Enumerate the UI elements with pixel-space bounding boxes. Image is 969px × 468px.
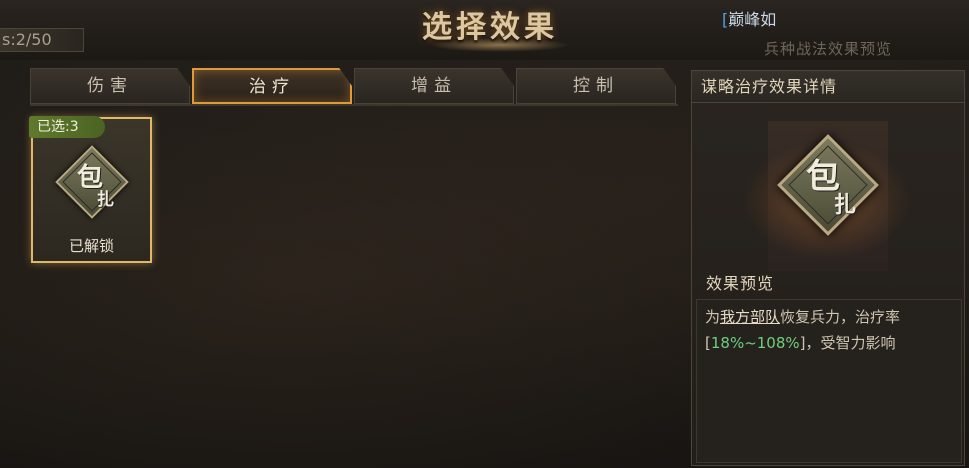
tab-healing[interactable]: 治疗 [192,68,352,104]
tab-divider [30,104,678,106]
large-icon-glyph-sub: 扎 [834,192,857,218]
header-bar: s:2/50 选择效果 [巅峰如 兵种战法效果预览 [0,0,969,60]
detail-panel-title: 谋略治疗效果详情 [692,71,964,103]
unlock-status: 已解锁 [68,237,114,255]
bandage-large-icon: 包 扎 [777,134,879,236]
page-title: 选择效果 [422,10,558,45]
desc-part3: ]，受智力影响 [799,334,896,352]
heal-rate-value: 18%~108% [710,334,800,352]
effect-card-bandage[interactable]: 已选:3 包 扎 已解锁 [29,116,152,263]
user-tag-name: 巅峰如 [728,10,777,29]
preview-heading: 效果预览 [706,274,775,293]
tab-buff[interactable]: 增益 [354,68,514,104]
effect-description: 为我方部队恢复兵力，治疗率[18%~108%]，受智力影响 [696,299,962,463]
tab-damage[interactable]: 伤害 [30,68,190,104]
troop-effect-preview-link[interactable]: 兵种战法效果预览 [764,38,892,59]
user-tag[interactable]: [巅峰如 [722,6,776,30]
selected-badge: 已选:3 [29,116,105,138]
bandage-icon: 包 扎 [55,145,129,219]
desc-target-link[interactable]: 我方部队 [720,308,780,326]
icon-glyph-sub: 扎 [97,190,114,210]
tab-control[interactable]: 控制 [516,68,676,104]
detail-panel: 谋略治疗效果详情 包 扎 效果预览 为我方部队恢复兵力，治疗率[18%~108%… [691,70,965,466]
selected-count: s:2/50 [0,28,84,52]
desc-part1: 为 [705,308,721,326]
effect-tabs: 伤害 治疗 增益 控制 [30,68,678,104]
